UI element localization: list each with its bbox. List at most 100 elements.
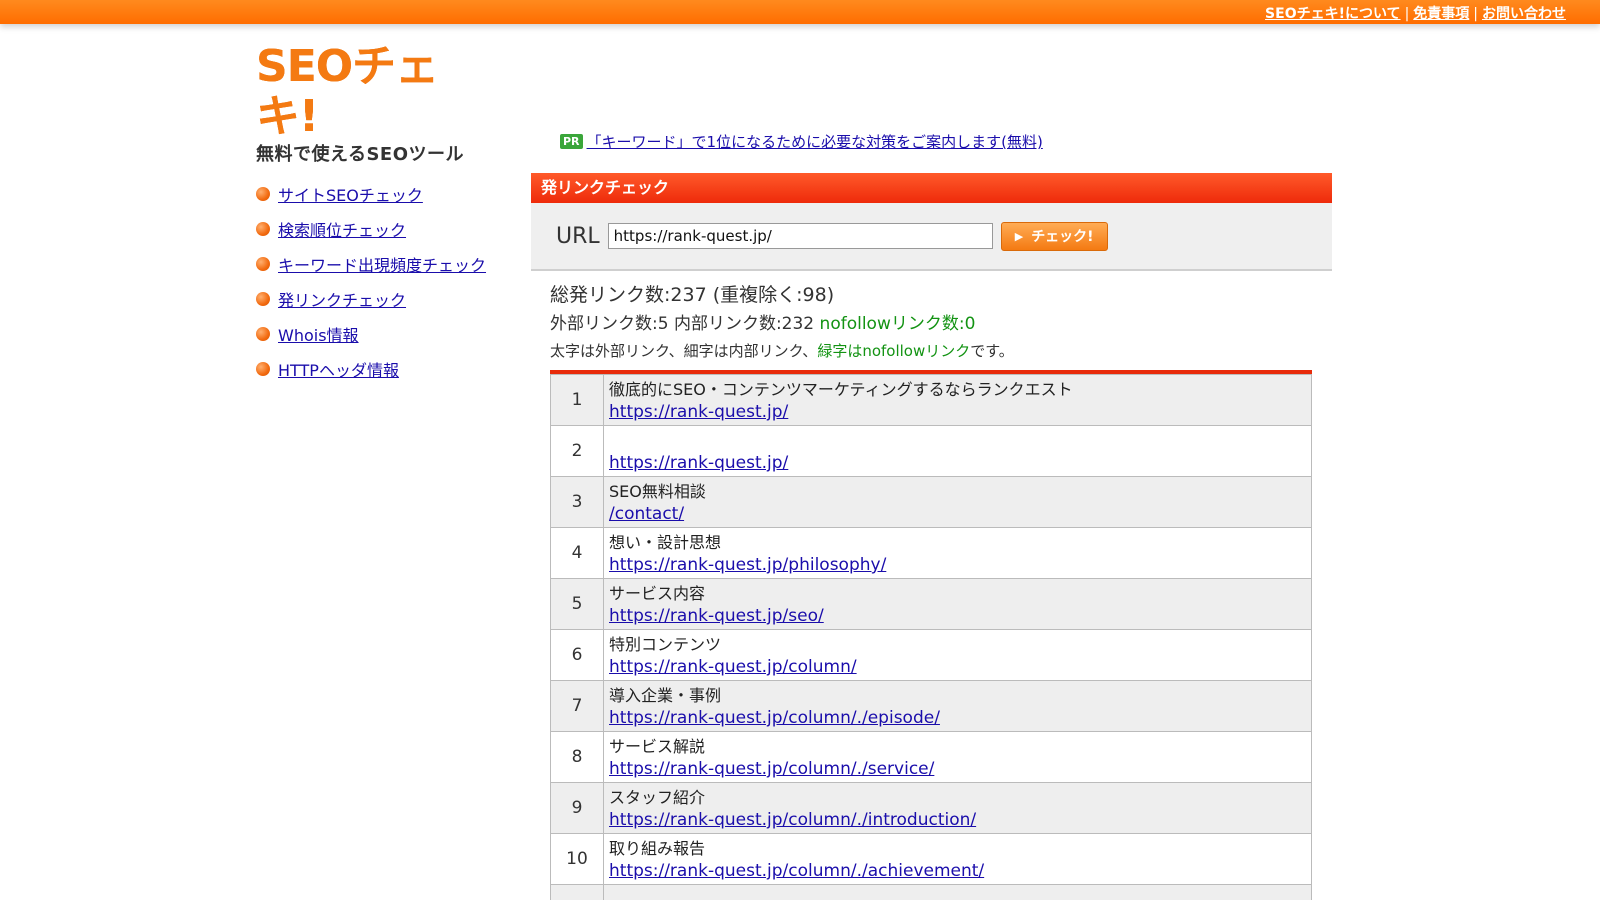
link-title: 導入企業・事例 (609, 686, 722, 705)
row-number: 5 (550, 578, 604, 630)
table-row: 9 スタッフ紹介 https://rank-quest.jp/column/./in… (550, 782, 1312, 834)
link-url-wrap: https://rank-quest.jp/ (609, 452, 1306, 474)
sidebar-item-whois: Whois情報 (256, 316, 496, 351)
link-cell: サービス解説 https://rank-quest.jp/column/./ser… (603, 731, 1312, 783)
link-title: サービス内容 (609, 584, 706, 603)
link-title: 想い・設計思想 (609, 533, 722, 552)
table-row: 3 SEO無料相談/contact/ (550, 476, 1312, 528)
row-number: 11 (550, 884, 604, 900)
link-check-panel: 発リンクチェック URL ▶ チェック! (531, 173, 1332, 271)
link-url[interactable]: https://rank-quest.jp/column/./episode/ (609, 708, 940, 728)
link-url-wrap: https://rank-quest.jp/column/./achieveme… (609, 860, 1306, 882)
table-row: 2 https://rank-quest.jp/ (550, 425, 1312, 477)
table-row: 11データ開示 (550, 884, 1312, 900)
pr-banner: PR 「キーワード」で1位になるために必要な対策をご案内します(無料) (560, 131, 1043, 152)
link-title: スタッフ紹介 (609, 788, 706, 807)
url-label: URL (556, 223, 600, 249)
link-title: SEO無料相談 (609, 482, 706, 501)
sidebar-item-keyword-density: キーワード出現頻度チェック (256, 246, 496, 281)
link-title: 取り組み報告 (609, 839, 706, 858)
link-url-wrap: https://rank-quest.jp/column/ (609, 656, 1306, 678)
pr-badge: PR (560, 134, 583, 149)
legend-pre: 太字は外部リンク、細字は内部リンク、 (550, 342, 818, 360)
contact-link[interactable]: お問い合わせ (1482, 6, 1566, 22)
table-row: 6 特別コンテンツ https://rank-quest.jp/column/ (550, 629, 1312, 681)
sidebar-link[interactable]: 発リンクチェック (278, 287, 406, 311)
link-url-wrap: https://rank-quest.jp/seo/ (609, 605, 1306, 627)
link-url[interactable]: https://rank-quest.jp/column/./introduct… (609, 810, 976, 830)
link-url[interactable]: /contact/ (609, 504, 684, 524)
separator: | (1473, 6, 1478, 22)
table-row: 8 サービス解説 https://rank-quest.jp/column/./se… (550, 731, 1312, 783)
bullet-icon (256, 361, 270, 376)
about-link[interactable]: SEOチェキ!について (1265, 6, 1401, 22)
link-cell: スタッフ紹介 https://rank-quest.jp/column/./int… (603, 782, 1312, 834)
row-number: 6 (550, 629, 604, 681)
link-url[interactable]: https://rank-quest.jp/seo/ (609, 606, 824, 626)
site-logo[interactable]: SEOチェキ! 無料で使えるSEOツール (256, 42, 486, 166)
sidebar-link[interactable]: HTTPヘッダ情報 (278, 357, 399, 381)
table-row: 4 想い・設計思想 https://rank-quest.jp/philosophy… (550, 527, 1312, 579)
check-button-label: チェック! (1031, 229, 1094, 245)
link-cell: 取り組み報告 https://rank-quest.jp/column/./ach… (603, 833, 1312, 885)
play-icon: ▶ (1014, 229, 1024, 243)
links-table: 1 徹底的にSEO・コンテンツマーケティングするならランクエスト https://r… (550, 370, 1312, 900)
link-cell: 導入企業・事例 https://rank-quest.jp/column/./ep… (603, 680, 1312, 732)
row-number: 1 (550, 374, 604, 426)
sidebar-link[interactable]: キーワード出現頻度チェック (278, 252, 486, 276)
link-cell: 特別コンテンツ https://rank-quest.jp/column/ (603, 629, 1312, 681)
nofollow-count: nofollowリンク数:0 (819, 314, 976, 334)
sidebar-item-http-header: HTTPヘッダ情報 (256, 351, 496, 386)
row-number: 8 (550, 731, 604, 783)
link-stats: 総発リンク数:237 (重複除く:98) 外部リンク数:5 内部リンク数:232… (550, 282, 1310, 363)
link-cell: https://rank-quest.jp/ (603, 425, 1312, 477)
link-url[interactable]: https://rank-quest.jp/column/./achieveme… (609, 861, 984, 881)
link-url[interactable]: https://rank-quest.jp/column/./service/ (609, 759, 934, 779)
table-row: 10 取り組み報告 https://rank-quest.jp/column/./a… (550, 833, 1312, 885)
top-bar: SEOチェキ!について | 免責事項 | お問い合わせ (0, 0, 1600, 24)
disclaimer-link[interactable]: 免責事項 (1413, 6, 1469, 22)
panel-title: 発リンクチェック (531, 173, 1332, 203)
link-cell: データ開示 (603, 884, 1312, 900)
link-counts: 外部リンク数:5 内部リンク数:232 nofollowリンク数:0 (550, 311, 1310, 337)
bullet-icon (256, 291, 270, 306)
sidebar-item-link-check: 発リンクチェック (256, 281, 496, 316)
legend-post: です。 (970, 342, 1014, 360)
sidebar-link[interactable]: 検索順位チェック (278, 217, 406, 241)
sidebar-item-rank-check: 検索順位チェック (256, 211, 496, 246)
sidebar-item-site-seo: サイトSEOチェック (256, 176, 496, 211)
link-cell: 想い・設計思想 https://rank-quest.jp/philosophy/ (603, 527, 1312, 579)
url-input[interactable] (607, 223, 993, 249)
pr-link[interactable]: 「キーワード」で1位になるために必要な対策をご案内します(無料) (587, 133, 1043, 151)
bullet-icon (256, 256, 270, 271)
link-title: サービス解説 (609, 737, 706, 756)
link-url[interactable]: https://rank-quest.jp/philosophy/ (609, 555, 886, 575)
total-links: 総発リンク数:237 (重複除く:98) (550, 284, 835, 306)
table-row: 5 サービス内容 https://rank-quest.jp/seo/ (550, 578, 1312, 630)
link-url[interactable]: https://rank-quest.jp/ (609, 402, 788, 422)
link-cell: SEO無料相談/contact/ (603, 476, 1312, 528)
link-url-wrap: /contact/ (609, 503, 1306, 525)
link-url[interactable]: https://rank-quest.jp/ (609, 453, 788, 473)
bullet-icon (256, 326, 270, 341)
sidebar: サイトSEOチェック 検索順位チェック キーワード出現頻度チェック 発リンクチェ… (256, 176, 496, 386)
legend-text: 太字は外部リンク、細字は内部リンク、緑字はnofollowリンクです。 (550, 339, 1310, 363)
logo-subtitle: 無料で使えるSEOツール (256, 144, 465, 165)
link-url-wrap: https://rank-quest.jp/ (609, 401, 1306, 423)
table-row: 7 導入企業・事例 https://rank-quest.jp/column/./e… (550, 680, 1312, 732)
header-links: SEOチェキ!について | 免責事項 | お問い合わせ (1265, 3, 1566, 23)
internal-count: 内部リンク数:232 (673, 314, 815, 334)
check-button[interactable]: ▶ チェック! (1000, 221, 1108, 251)
link-url-wrap: https://rank-quest.jp/column/./introduct… (609, 809, 1306, 831)
link-url[interactable]: https://rank-quest.jp/column/ (609, 657, 857, 677)
sidebar-link[interactable]: Whois情報 (278, 322, 359, 346)
link-cell: 徹底的にSEO・コンテンツマーケティングするならランクエスト https://ra… (603, 374, 1312, 426)
external-count: 外部リンク数:5 (550, 314, 669, 334)
row-number: 2 (550, 425, 604, 477)
row-number: 4 (550, 527, 604, 579)
row-number: 7 (550, 680, 604, 732)
bullet-icon (256, 221, 270, 236)
table-row: 1 徹底的にSEO・コンテンツマーケティングするならランクエスト https://r… (550, 374, 1312, 426)
sidebar-link[interactable]: サイトSEOチェック (278, 182, 423, 206)
logo-title: SEOチェキ! (256, 41, 439, 142)
